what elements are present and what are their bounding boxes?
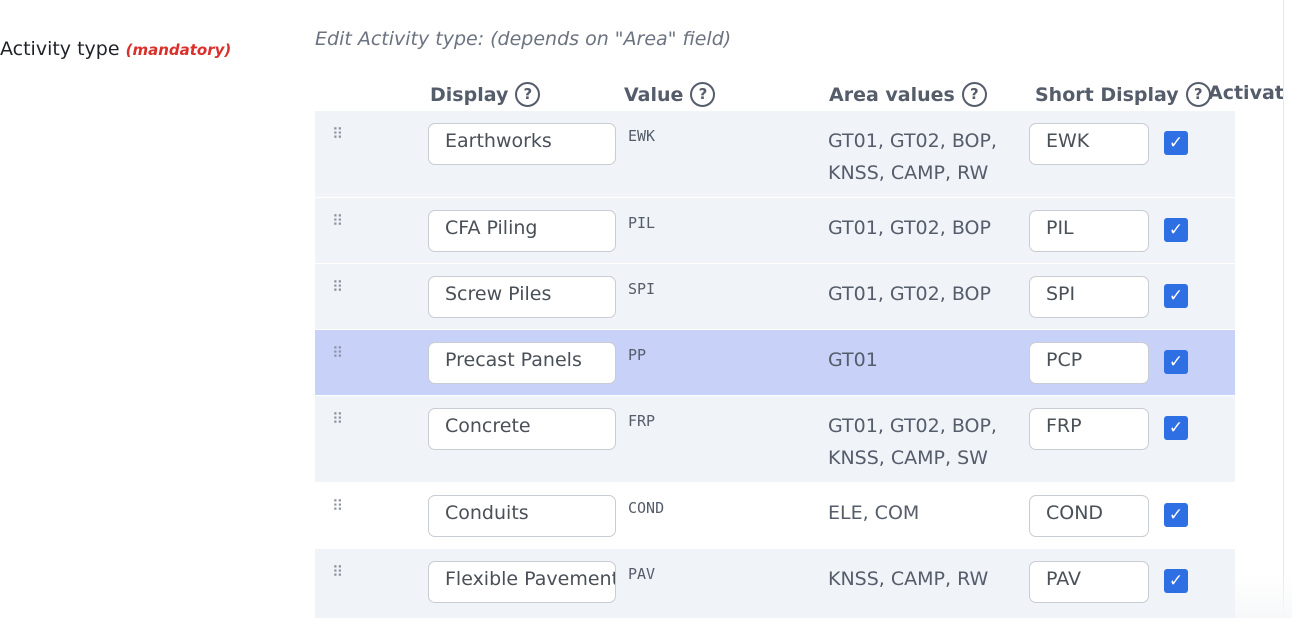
area-values: GT01, GT02, BOP, KNSS, CAMP, SW [828,415,997,469]
table-row: ⠿ CFA Piling PIL GT01, GT02, BOP PIL ✓ [315,198,1235,263]
help-icon[interactable]: ? [1185,82,1211,107]
drag-handle-icon[interactable]: ⠿ [332,499,348,514]
area-values: ELE, COM [828,502,920,524]
column-header-value: Value ? [624,82,716,107]
column-header-display-label: Display [430,83,509,106]
table-row: ⠿ Flexible Pavement PAV KNSS, CAMP, RW P… [315,549,1235,618]
table-row: ⠿ Concrete FRP GT01, GT02, BOP, KNSS, CA… [315,396,1235,482]
help-icon[interactable]: ? [690,82,716,107]
field-label: Activity type (mandatory) [0,38,231,60]
field-hint: Edit Activity type: (depends on "Area" f… [315,28,732,50]
value-text: PIL [628,214,656,232]
table-row: ⠿ Screw Piles SPI GT01, GT02, BOP SPI ✓ [315,264,1235,329]
activated-checkbox[interactable]: ✓ [1164,569,1188,593]
column-header-short-display: Short Display ? [1035,82,1211,107]
table-row: ⠿ Earthworks EWK GT01, GT02, BOP, KNSS, … [315,111,1235,197]
column-header-area-label: Area values [829,83,955,106]
display-input[interactable]: Flexible Pavement [428,561,616,603]
area-values: GT01, GT02, BOP [828,283,991,305]
value-text: SPI [628,280,656,298]
column-header-display: Display ? [430,82,541,107]
field-label-text: Activity type [0,38,120,60]
area-values: GT01, GT02, BOP [828,217,991,239]
table-row: ⠿ Conduits COND ELE, COM COND ✓ [315,483,1235,548]
column-header-area: Area values ? [829,82,987,107]
drag-handle-icon[interactable]: ⠿ [332,214,348,229]
column-header-activated-label: Activated [1208,82,1283,104]
drag-handle-icon[interactable]: ⠿ [332,127,348,142]
column-header-value-label: Value [624,83,684,106]
display-input[interactable]: Precast Panels [428,342,616,384]
display-input[interactable]: Conduits [428,495,616,537]
activated-checkbox[interactable]: ✓ [1164,284,1188,308]
short-display-input[interactable]: SPI [1029,276,1149,318]
display-input[interactable]: Screw Piles [428,276,616,318]
value-text: EWK [628,127,656,145]
display-input[interactable]: CFA Piling [428,210,616,252]
panel-divider [1283,0,1284,618]
display-input[interactable]: Earthworks [428,123,616,165]
drag-handle-icon[interactable]: ⠿ [332,280,348,295]
activated-checkbox[interactable]: ✓ [1164,131,1188,155]
scroll-shadow [1235,575,1292,618]
area-values: GT01 [828,349,878,371]
short-display-input[interactable]: COND [1029,495,1149,537]
short-display-input[interactable]: EWK [1029,123,1149,165]
value-text: COND [628,499,665,517]
short-display-input[interactable]: PAV [1029,561,1149,603]
display-input[interactable]: Concrete [428,408,616,450]
mandatory-marker: (mandatory) [125,41,232,59]
drag-handle-icon[interactable]: ⠿ [332,346,348,361]
value-text: PAV [628,565,656,583]
help-icon[interactable]: ? [961,82,987,107]
activated-checkbox[interactable]: ✓ [1164,218,1188,242]
table-row-selected: ⠿ Precast Panels PP GT01 PCP ✓ [315,330,1235,395]
area-values: GT01, GT02, BOP, KNSS, CAMP, RW [828,130,997,184]
activity-type-table: ⠿ Earthworks EWK GT01, GT02, BOP, KNSS, … [315,111,1235,618]
value-text: FRP [628,412,656,430]
value-text: PP [628,346,647,364]
short-display-input[interactable]: FRP [1029,408,1149,450]
help-icon[interactable]: ? [515,82,541,107]
short-display-input[interactable]: PIL [1029,210,1149,252]
activated-checkbox[interactable]: ✓ [1164,503,1188,527]
area-values: KNSS, CAMP, RW [828,568,989,590]
drag-handle-icon[interactable]: ⠿ [332,412,348,427]
drag-handle-icon[interactable]: ⠿ [332,565,348,580]
activated-checkbox[interactable]: ✓ [1164,350,1188,374]
column-header-activated: Activated [1208,82,1283,104]
column-header-short-display-label: Short Display [1035,83,1179,106]
activated-checkbox[interactable]: ✓ [1164,416,1188,440]
short-display-input[interactable]: PCP [1029,342,1149,384]
